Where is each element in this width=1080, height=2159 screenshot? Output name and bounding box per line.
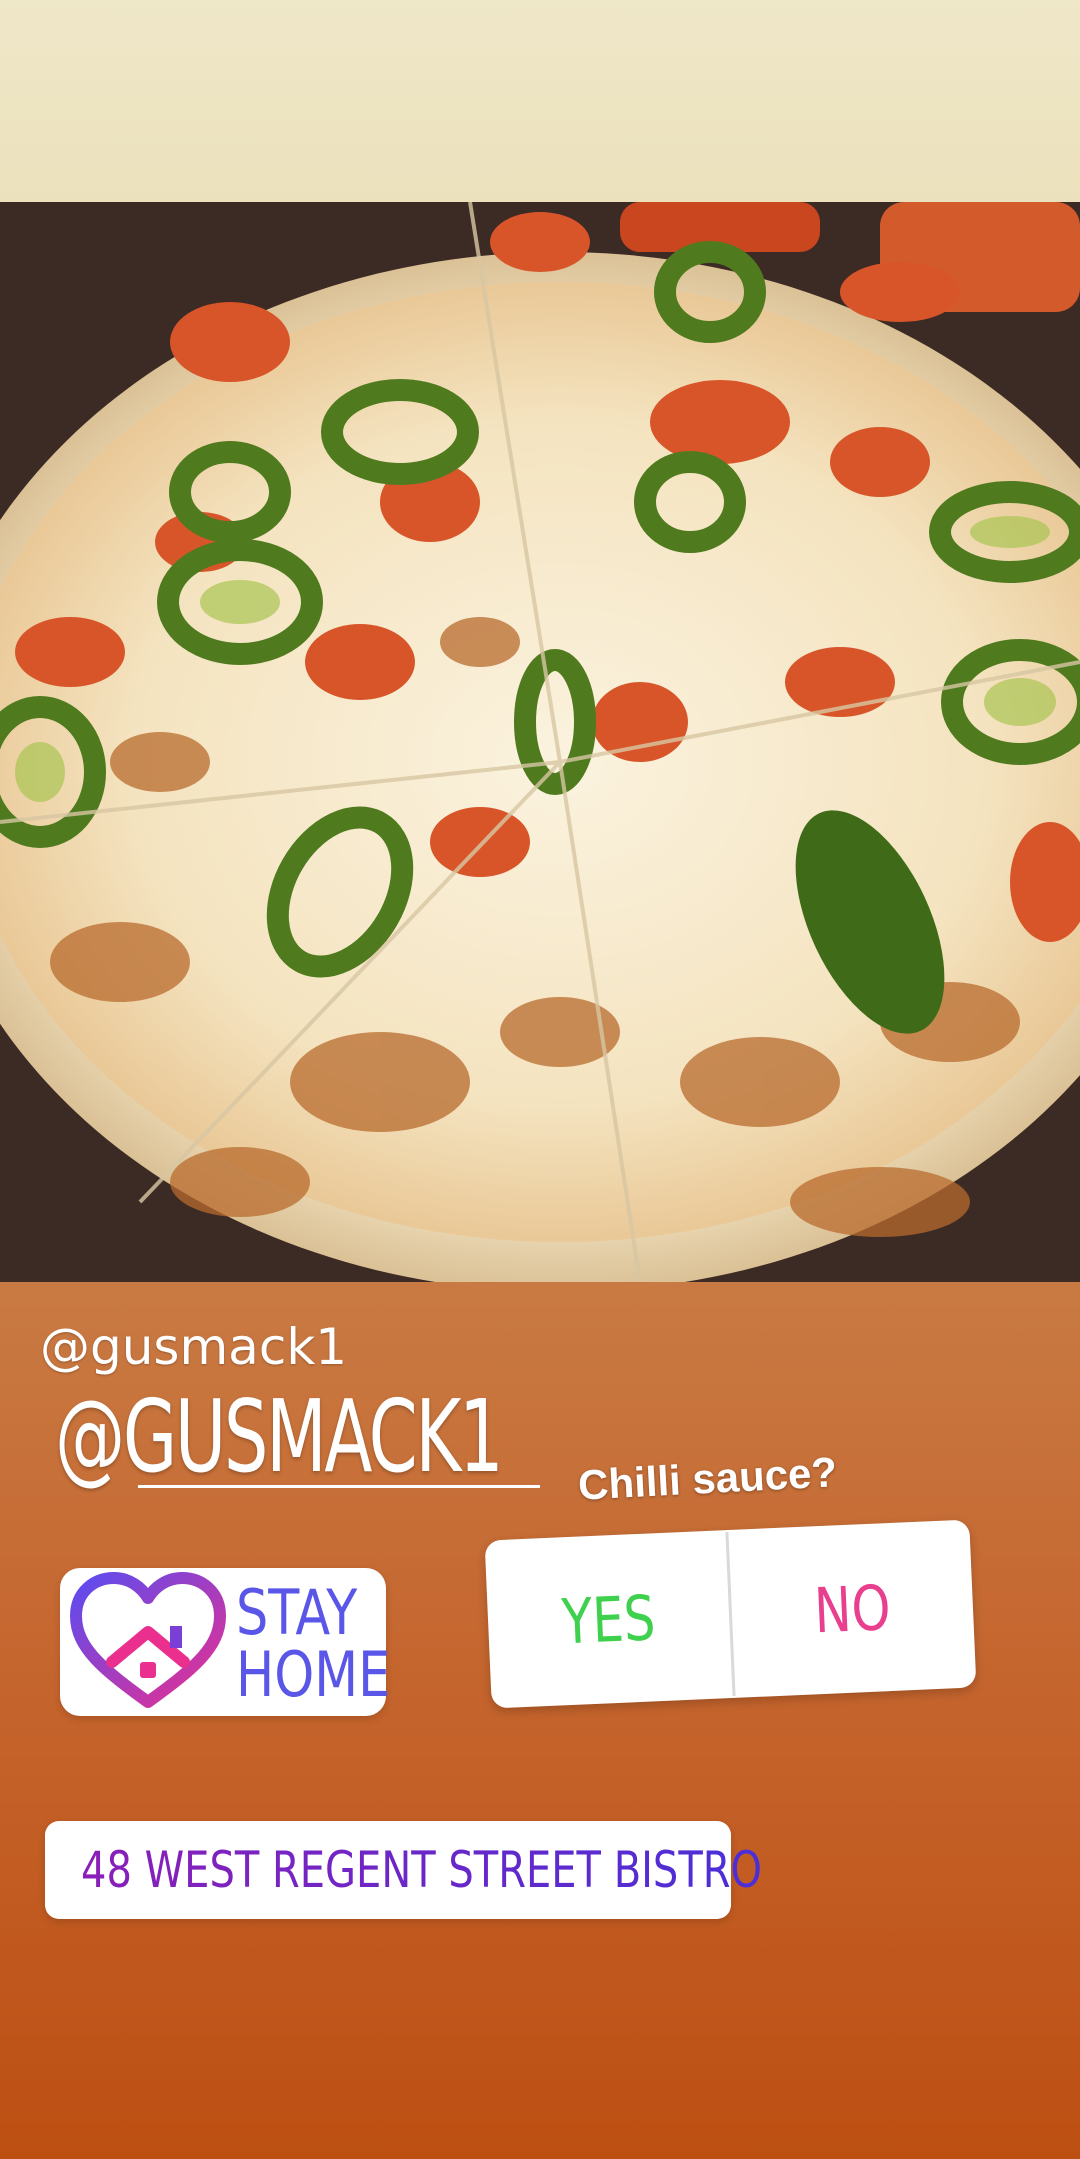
- heart-house-icon: [70, 1572, 226, 1708]
- pizza-photo: [0, 202, 1080, 1282]
- stay-home-line1: STAY: [236, 1576, 358, 1649]
- poll-divider: [725, 1532, 736, 1696]
- stay-home-line2: HOME: [236, 1638, 391, 1711]
- poll-option-yes[interactable]: YES: [509, 1531, 709, 1707]
- stay-home-sticker[interactable]: STAY HOME: [60, 1568, 390, 1716]
- location-label: 48 WEST REGENT STREET BISTRO: [81, 1841, 763, 1899]
- location-sticker[interactable]: 48 WEST REGENT STREET BISTRO: [45, 1821, 762, 1919]
- poll-sticker: YES NO: [484, 1519, 977, 1709]
- stay-home-text: STAY HOME: [236, 1582, 390, 1706]
- story-username[interactable]: @gusmack1: [40, 1318, 347, 1376]
- story-top-background: [0, 0, 1080, 202]
- mention-sticker[interactable]: @GUSMACK1: [55, 1378, 504, 1495]
- poll-option-no[interactable]: NO: [752, 1521, 952, 1697]
- mention-underline: [138, 1485, 540, 1488]
